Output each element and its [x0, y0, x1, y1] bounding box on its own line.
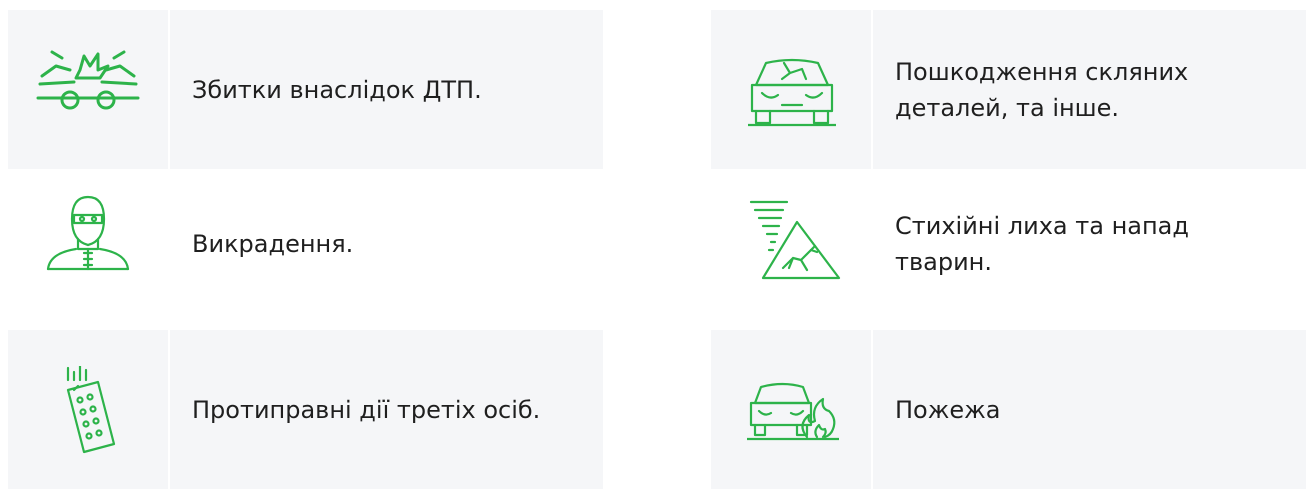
coverage-card-vandalism: Протиправні дії третіх осіб.: [8, 330, 603, 489]
car-crash-icon: [36, 48, 140, 110]
coverage-label: Пошкодження скляних деталей, та інше.: [895, 57, 1189, 122]
coverage-label: Викрадення.: [192, 230, 354, 258]
masked-thief-icon: [46, 193, 130, 273]
coverage-icon-cell: [8, 330, 170, 489]
coverage-icon-cell: [711, 10, 873, 169]
coverage-label: Пожежа: [895, 395, 1001, 424]
coverage-label: Стихійні лиха та напад тварин.: [895, 212, 1189, 276]
coverage-icon-cell: [8, 170, 170, 318]
broken-windshield-icon: [748, 55, 836, 129]
tornado-animal-warning-icon: [749, 198, 841, 282]
coverage-label: Протиправні дії третіх осіб.: [192, 395, 541, 424]
car-fire-icon: [747, 377, 839, 441]
coverage-label: Збитки внаслідок ДТП.: [192, 75, 482, 104]
brick-vandalism-icon: [60, 366, 116, 456]
coverage-card-disasters: Стихійні лиха та напад тварин.: [711, 170, 1306, 318]
coverage-card-accident: Збитки внаслідок ДТП.: [8, 10, 603, 169]
coverage-card-theft: Викрадення.: [8, 170, 603, 318]
coverage-card-glass: Пошкодження скляних деталей, та інше.: [711, 10, 1306, 169]
coverage-icon-cell: [711, 330, 873, 489]
coverage-card-fire: Пожежа: [711, 330, 1306, 489]
coverage-icon-cell: [8, 10, 170, 169]
coverage-icon-cell: [711, 170, 873, 318]
